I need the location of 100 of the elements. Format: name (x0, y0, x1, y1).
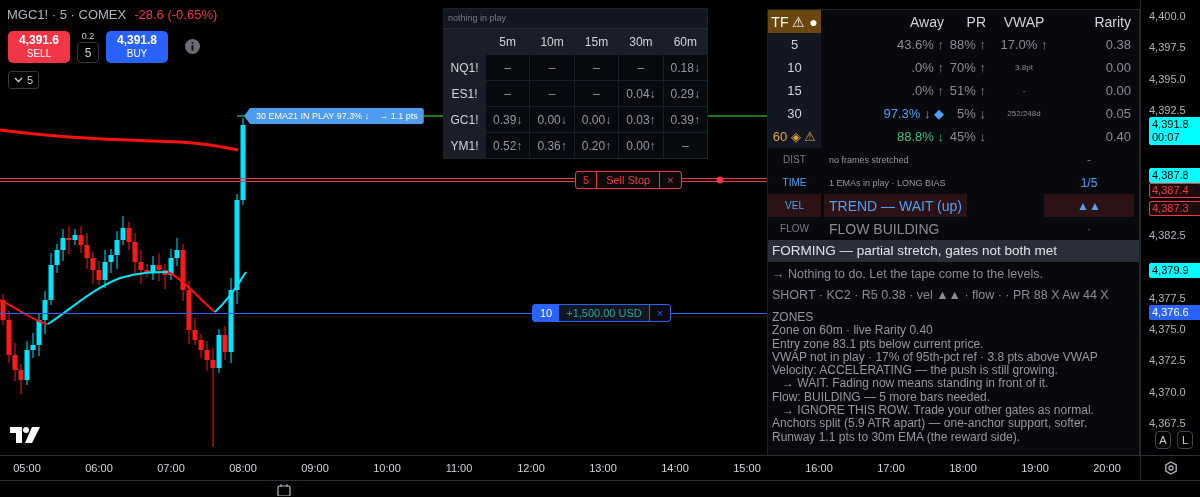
time-tick: 14:00 (660, 462, 690, 474)
price-tick: 4,367.5 (1149, 416, 1186, 429)
zone-note: → IGNORE THIS ROW. Trade your other gates as normal. (781, 404, 1095, 418)
table-cell-text: 0.05 (1104, 105, 1132, 123)
time-tick: 13:00 (588, 462, 618, 474)
price-label: 4,387.4 (1149, 183, 1200, 198)
calendar-icon[interactable] (277, 484, 291, 496)
gate-label: DIST (782, 153, 807, 167)
price-tick: 4,382.5 (1149, 229, 1186, 242)
price-axis[interactable]: 4,400.0 4,397.5 4,395.0 4,392.5 4,382.5 4,377.5 4,375.0 4,372.5 4,370.0 4,367.5 4,391.8 00:07 4,387.8 4,387.4 4,387.3 4,379.9 4,376.6 A L (1140, 0, 1200, 455)
column-header: PR (965, 12, 987, 32)
column-header: VWAP (1002, 12, 1046, 32)
time-tick: 10:00 (372, 462, 402, 474)
time-tick: 12:00 (516, 462, 546, 474)
price-change: -28.6 (-0.65%) (134, 7, 218, 22)
table-cell-text: 0.40 (1104, 128, 1132, 146)
table-cell-text: 70% ↑ (948, 59, 987, 77)
time-tick: 15:00 (732, 462, 762, 474)
table-cell: – (663, 133, 707, 158)
price-tick: 4,397.5 (1149, 41, 1186, 54)
time-tick: 17:00 (876, 462, 906, 474)
settings-icon[interactable] (1163, 461, 1178, 475)
price-label: 4,387.8 (1149, 168, 1200, 183)
gate-status: TREND — WAIT (up) (824, 194, 967, 217)
timeframe-cell: 5 (768, 33, 821, 56)
quantity-field[interactable]: 5 (77, 42, 99, 63)
zone-note: Flow: BUILDING — 5 more bars needed. (772, 390, 992, 405)
table-cell: 0.29↓ (663, 81, 707, 106)
sell-button[interactable]: 4,391.6 SELL (8, 31, 70, 63)
price-tick: 4,395.0 (1149, 72, 1186, 85)
order-tag[interactable]: 10 +1,500.00 USD × (532, 304, 672, 322)
time-tick: 11:00 (444, 462, 474, 474)
time-tick: 06:00 (84, 462, 114, 474)
table-cell: – (619, 55, 663, 80)
order-quantity[interactable]: 5 (576, 172, 598, 188)
gate-label: VEL (768, 194, 821, 217)
gate-value: 1/5 (1079, 174, 1099, 192)
zone-note: → WAIT. Fading now means standing in front of it. (782, 377, 1049, 391)
price-label: 4,391.8 00:07 (1149, 117, 1200, 145)
table-cell: – (574, 55, 619, 80)
price-label: 4,379.9 (1149, 263, 1200, 278)
time-tick: 08:00 (228, 462, 258, 474)
table-cell-text: .0% ↑ (910, 59, 945, 77)
table-cell: 0.03↑ (619, 107, 663, 132)
time-tick: 05:00 (12, 462, 42, 474)
table-cell: – (486, 81, 530, 106)
buy-button[interactable]: 4,391.8 BUY (106, 31, 168, 63)
price-tick: 4,392.5 (1149, 103, 1186, 116)
order-handle[interactable] (716, 176, 724, 184)
price-label: 4,387.3 (1149, 201, 1200, 216)
logo-icon (10, 427, 40, 443)
tag-text: 30 EMA21 IN PLAY 97.3% ↓ (256, 111, 370, 121)
price-tick: 4,377.5 (1149, 291, 1186, 304)
zone-note: Entry zone 83.1 pts below current price. (772, 337, 985, 351)
price-tick: 4,372.5 (1149, 354, 1186, 367)
tag-target: → 1.1 pts (379, 111, 418, 121)
gate-value: · (1086, 220, 1092, 238)
timeframe-cell: 10 (768, 56, 821, 79)
interval-button[interactable]: 5 (8, 71, 40, 89)
close-button[interactable]: × (660, 172, 681, 188)
timeframe-cell: 15 (768, 79, 821, 102)
table-cell: 0.52↑ (486, 133, 530, 158)
symbol-title: MGC1! · 5 · COMEX (7, 7, 127, 22)
table-cell-text: 0.00 (1104, 82, 1132, 100)
close-button[interactable]: × (649, 305, 671, 321)
table-cell-text: 51% ↑ (948, 82, 987, 100)
zones-title: ZONES (772, 311, 815, 325)
column-header: Rarity (1093, 12, 1132, 32)
price-label: 4,376.6 (1149, 305, 1200, 320)
table-cell-text: 43.6% ↑ (896, 36, 945, 54)
gate-status: FLOW BUILDING (828, 219, 941, 239)
step-label: 0.2 (81, 31, 95, 41)
table-cell: 0.39↑ (663, 107, 707, 132)
table-cell-text: 17.0% ↑ (999, 36, 1049, 54)
table-cell-text: 45% ↓ (948, 128, 987, 146)
order-label: +1,500.00 USD (559, 305, 650, 321)
table-cell: 0.39↓ (486, 107, 530, 132)
table-cell: – (530, 55, 574, 80)
time-tick: 20:00 (1092, 462, 1122, 474)
zone-note: Velocity: ACCELERATING — the push is still growing. (772, 364, 1059, 378)
table-cell-text: 0.38 (1104, 36, 1132, 54)
order-label: Sell Stop (597, 172, 661, 188)
zone-note: Anchors split (5.9 ATR apart) — one-anchor support, softer. (772, 417, 1089, 431)
order-tag[interactable]: 5 Sell Stop × (575, 171, 682, 189)
table-cell-text: 3.8pt (1014, 62, 1034, 74)
column-header: Away (909, 12, 945, 32)
time-tick: 19:00 (1020, 462, 1050, 474)
gate-value: ▲▲ (1044, 194, 1134, 217)
time-tick: 18:00 (948, 462, 978, 474)
scale-button[interactable]: A (1155, 431, 1171, 449)
table-cell: 0.00↓ (574, 107, 619, 132)
timeframe-cell: 30 (768, 102, 821, 125)
gate-status: 1 EMAs in play · LONG BIAS (828, 176, 947, 190)
timeframe-cell: 60 ◈ ⚠ (768, 125, 821, 148)
scale-button[interactable]: L (1177, 431, 1193, 449)
time-tick: 07:00 (156, 462, 186, 474)
status-banner: FORMING — partial stretch, gates not both met (768, 240, 1139, 262)
order-quantity[interactable]: 10 (533, 305, 560, 321)
table-cell-text: 0.00 (1104, 59, 1132, 77)
info-icon[interactable] (185, 39, 200, 54)
